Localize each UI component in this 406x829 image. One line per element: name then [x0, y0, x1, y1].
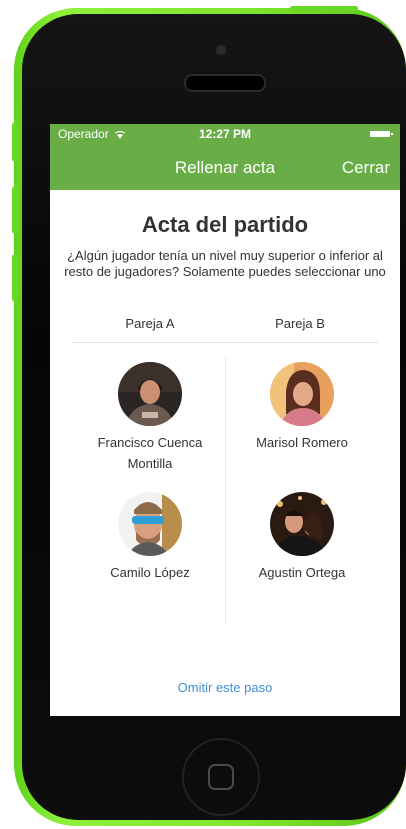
player-name: Marisol Romero	[232, 432, 372, 453]
avatar	[270, 362, 334, 426]
home-button[interactable]	[182, 738, 260, 816]
home-square-icon	[208, 764, 234, 790]
avatar	[270, 492, 334, 556]
player-card-francisco[interactable]: Francisco Cuenca Montilla	[80, 362, 220, 474]
column-divider	[225, 356, 226, 624]
player-name: Camilo López	[80, 562, 220, 583]
volume-down-button	[12, 254, 18, 302]
player-name: Francisco Cuenca Montilla	[80, 432, 220, 474]
power-button	[290, 6, 358, 11]
page-title: Acta del partido	[141, 212, 309, 237]
avatar	[118, 362, 182, 426]
player-name-line1: Camilo López	[110, 565, 190, 580]
player-card-marisol[interactable]: Marisol Romero	[232, 362, 372, 453]
player-card-camilo[interactable]: Camilo López	[80, 492, 220, 583]
mute-switch	[12, 122, 18, 162]
battery-icon	[370, 131, 393, 137]
question-text: ¿Algún jugador tenía un nivel muy superi…	[64, 248, 386, 279]
team-b-header: Pareja B	[275, 316, 325, 331]
close-button[interactable]: Cerrar	[342, 158, 390, 178]
volume-up-button	[12, 186, 18, 234]
player-name-line1: Marisol Romero	[256, 435, 348, 450]
earpiece-speaker	[184, 74, 266, 92]
status-time: 12:27 PM	[198, 127, 252, 141]
status-bar: Operador 12:27 PM	[50, 124, 400, 144]
navbar: Operador 12:27 PM Rellenar acta Cerrar	[50, 124, 400, 190]
player-name-line1: Agustin Ortega	[258, 565, 346, 580]
front-camera-icon	[215, 44, 227, 56]
header-divider	[72, 342, 378, 343]
app-screen: Operador 12:27 PM Rellenar acta Cerrar A…	[50, 124, 400, 716]
player-name-line1: Francisco Cuenca	[97, 435, 203, 450]
player-card-agustin[interactable]: Agustin Ortega	[232, 492, 372, 583]
avatar	[118, 492, 182, 556]
player-name: Agustin Ortega	[232, 562, 372, 583]
skip-step-link[interactable]: Omitir este paso	[50, 680, 400, 695]
team-a-header: Pareja A	[125, 316, 175, 331]
player-name-line2: Montilla	[127, 456, 173, 471]
